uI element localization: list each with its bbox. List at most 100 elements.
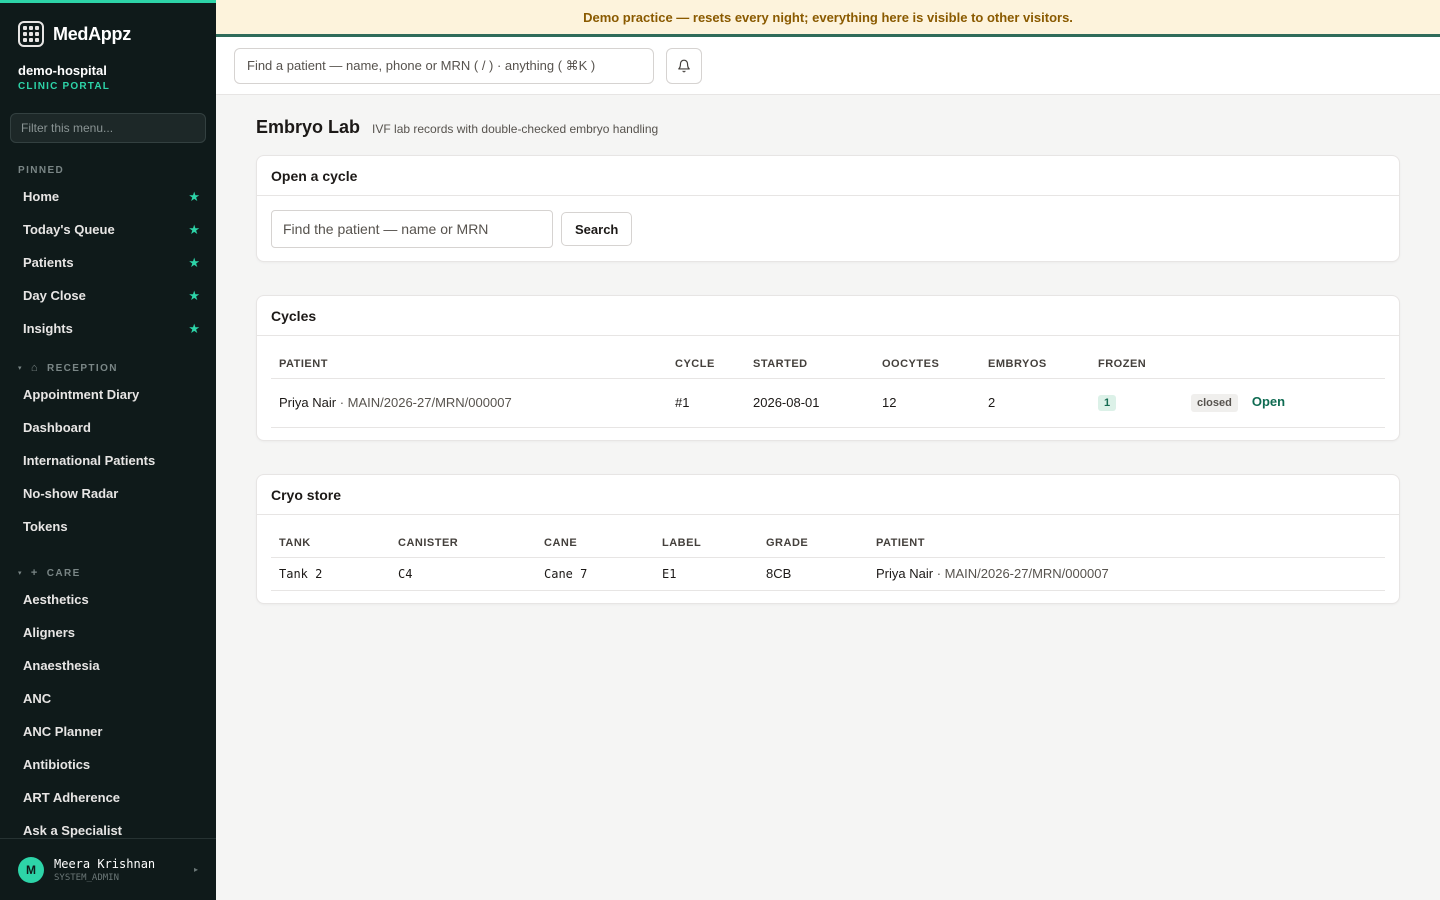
sidebar-item-label: Ask a Specialist <box>23 823 122 838</box>
star-icon[interactable]: ★ <box>188 222 200 238</box>
table-row: Priya Nair · MAIN/2026-27/MRN/000007 #1 … <box>271 378 1385 428</box>
sidebar-item-todays-queue[interactable]: Today's Queue ★ <box>0 213 216 246</box>
column-header-embryos: EMBRYOS <box>980 350 1090 379</box>
patient-mrn: · MAIN/2026-27/MRN/000007 <box>936 566 1109 581</box>
org-name: demo-hospital <box>18 63 107 78</box>
sidebar-item-antibiotics[interactable]: Antibiotics <box>0 748 216 781</box>
cell-canister: C4 <box>390 557 536 591</box>
cell-oocytes: 12 <box>874 378 980 428</box>
brand[interactable]: MedAppz <box>0 3 216 49</box>
sidebar-item-label: Antibiotics <box>23 757 91 772</box>
user-menu[interactable]: M Meera Krishnan SYSTEM_ADMIN ▸ <box>0 838 216 900</box>
topbar: Find a patient — name, phone or MRN ( / … <box>216 37 1440 95</box>
sidebar-item-tokens[interactable]: Tokens <box>0 510 216 543</box>
column-header-frozen: FROZEN <box>1090 350 1183 379</box>
sidebar-item-anc[interactable]: ANC <box>0 682 216 715</box>
cryo-table: TANK CANISTER CANE LABEL GRADE PATIENT T… <box>271 529 1385 591</box>
sidebar: MedAppz demo-hospital CLINIC PORTAL Filt… <box>0 0 216 900</box>
table-header-row: PATIENT CYCLE STARTED OOCYTES EMBRYOS FR… <box>271 350 1385 379</box>
demo-banner-text: Demo practice — resets every night; ever… <box>583 9 1073 25</box>
brand-logo-icon <box>18 21 44 47</box>
column-header-cane: CANE <box>536 529 654 558</box>
cell-patient: Priya Nair · MAIN/2026-27/MRN/000007 <box>868 557 1385 591</box>
brand-name: MedAppz <box>53 23 131 44</box>
card-title: Cryo store <box>257 475 1399 515</box>
status-badge: closed <box>1191 393 1238 412</box>
cryo-store-card: Cryo store TANK CANISTER CANE LABEL GRAD… <box>256 474 1400 604</box>
sidebar-item-label: Anaesthesia <box>23 658 100 673</box>
user-role: SYSTEM_ADMIN <box>54 872 120 883</box>
section-label-reception[interactable]: ▾ ⌂ RECEPTION <box>0 361 216 375</box>
open-cycle-link[interactable]: Open <box>1252 394 1285 409</box>
sidebar-item-label: Dashboard <box>23 420 91 435</box>
sidebar-item-label: Patients <box>23 255 74 270</box>
sidebar-item-label: Home <box>23 189 60 204</box>
global-search-input[interactable]: Find a patient — name, phone or MRN ( / … <box>234 47 654 84</box>
sidebar-item-label: ANC Planner <box>23 724 103 739</box>
column-header-oocytes: OOCYTES <box>874 350 980 379</box>
sidebar-item-insights[interactable]: Insights ★ <box>0 312 216 345</box>
user-info: Meera Krishnan SYSTEM_ADMIN <box>54 857 155 883</box>
sidebar-item-label: Today's Queue <box>23 222 115 237</box>
collapse-caret-icon[interactable]: ▾ <box>18 569 23 577</box>
table-header-row: TANK CANISTER CANE LABEL GRADE PATIENT <box>271 529 1385 558</box>
avatar: M <box>18 856 44 883</box>
sidebar-item-aligners[interactable]: Aligners <box>0 616 216 649</box>
cycles-table-wrap: PATIENT CYCLE STARTED OOCYTES EMBRYOS FR… <box>257 336 1399 428</box>
sidebar-item-dashboard[interactable]: Dashboard <box>0 411 216 444</box>
open-cycle-card: Open a cycle Find the patient — name or … <box>256 155 1400 262</box>
care-label: CARE <box>46 567 81 579</box>
pinned-list: Home ★ Today's Queue ★ Patients ★ Day Close… <box>0 180 216 345</box>
search-row: Find the patient — name or MRN Search <box>271 210 1385 248</box>
section-label-care[interactable]: ▾ + CARE <box>0 566 216 580</box>
sidebar-item-label: Insights <box>23 321 73 336</box>
notifications-button[interactable] <box>666 47 702 84</box>
table-row: Tank 2 C4 Cane 7 E1 8CB Priya Nair · MAI… <box>271 557 1385 591</box>
cell-actions: closed Open <box>1183 378 1385 428</box>
star-icon[interactable]: ★ <box>188 288 200 304</box>
cycles-table: PATIENT CYCLE STARTED OOCYTES EMBRYOS FR… <box>271 350 1385 428</box>
sidebar-item-anaesthesia[interactable]: Anaesthesia <box>0 649 216 682</box>
sidebar-item-label: Aligners <box>23 625 76 640</box>
sidebar-item-label: Appointment Diary <box>23 387 140 402</box>
sidebar-item-no-show-radar[interactable]: No-show Radar <box>0 477 216 510</box>
cell-frozen: 1 <box>1090 378 1183 428</box>
pinned-label: PINNED <box>18 164 65 176</box>
column-header-cycle: CYCLE <box>667 350 745 379</box>
sidebar-item-patients[interactable]: Patients ★ <box>0 246 216 279</box>
collapse-caret-icon[interactable]: ▾ <box>18 364 23 372</box>
sidebar-item-label: No-show Radar <box>23 486 119 501</box>
sidebar-item-aesthetics[interactable]: Aesthetics <box>0 583 216 616</box>
cell-label: E1 <box>654 557 758 591</box>
chevron-right-icon[interactable]: ▸ <box>194 865 198 874</box>
menu-filter-input[interactable]: Filter this menu... <box>10 113 206 143</box>
open-cycle-body: Find the patient — name or MRN Search <box>257 196 1399 262</box>
sidebar-item-label: Tokens <box>23 519 68 534</box>
user-name: Meera Krishnan <box>54 856 156 871</box>
cryo-table-wrap: TANK CANISTER CANE LABEL GRADE PATIENT T… <box>257 515 1399 591</box>
sidebar-item-day-close[interactable]: Day Close ★ <box>0 279 216 312</box>
cell-grade: 8CB <box>758 557 868 591</box>
sidebar-item-label: International Patients <box>23 453 156 468</box>
main-content: Embryo Lab IVF lab records with double-c… <box>256 95 1400 604</box>
column-header-patient: PATIENT <box>271 350 667 379</box>
sidebar-item-home[interactable]: Home ★ <box>0 180 216 213</box>
sidebar-item-international-patients[interactable]: International Patients <box>0 444 216 477</box>
column-header-patient: PATIENT <box>868 529 1385 558</box>
card-title: Open a cycle <box>257 156 1399 196</box>
search-button[interactable]: Search <box>561 212 633 246</box>
care-list: Aesthetics Aligners Anaesthesia ANC ANC … <box>0 583 216 847</box>
reception-list: Appointment Diary Dashboard Internationa… <box>0 378 216 543</box>
star-icon[interactable]: ★ <box>188 321 200 337</box>
page-subtitle: IVF lab records with double-checked embr… <box>372 122 659 136</box>
patient-search-input[interactable]: Find the patient — name or MRN <box>271 210 553 248</box>
plus-icon: + <box>30 567 39 579</box>
card-title: Cycles <box>257 296 1399 336</box>
star-icon[interactable]: ★ <box>188 189 200 205</box>
sidebar-item-art-adherence[interactable]: ART Adherence <box>0 781 216 814</box>
sidebar-item-anc-planner[interactable]: ANC Planner <box>0 715 216 748</box>
star-icon[interactable]: ★ <box>188 255 200 271</box>
org-subtitle: CLINIC PORTAL <box>18 81 111 92</box>
frozen-count-badge: 1 <box>1098 395 1117 411</box>
sidebar-item-appointment-diary[interactable]: Appointment Diary <box>0 378 216 411</box>
